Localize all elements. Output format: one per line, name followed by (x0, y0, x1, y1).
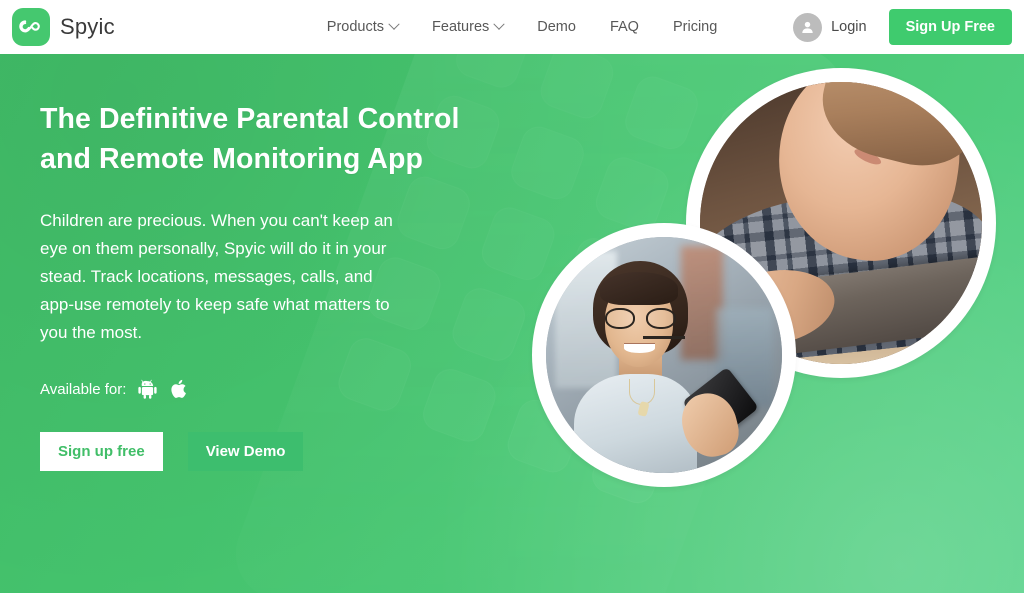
available-platforms: Available for: (40, 379, 510, 399)
landing-page: Spyic Products Features Demo FAQ Pricing (0, 0, 1024, 593)
hero-section: The Definitive Parental Control and Remo… (0, 54, 1024, 593)
nav-item-features[interactable]: Features (415, 18, 520, 35)
available-label: Available for: (40, 380, 127, 398)
apple-icon (170, 379, 187, 399)
site-header: Spyic Products Features Demo FAQ Pricing (0, 0, 1024, 54)
brand-name: Spyic (60, 14, 115, 39)
chevron-down-icon (388, 18, 400, 30)
nav-item-demo[interactable]: Demo (520, 19, 593, 35)
login-label: Login (831, 19, 867, 35)
signup-free-cta-button[interactable]: Sign up free (40, 432, 163, 471)
main-nav: Products Features Demo FAQ Pricing (310, 18, 735, 35)
hero-imagery (524, 54, 1024, 593)
signup-free-button[interactable]: Sign Up Free (888, 9, 1012, 45)
chevron-down-icon (493, 18, 505, 30)
hero-subcopy: Children are precious. When you can't ke… (40, 211, 393, 342)
login-link[interactable]: Login (793, 12, 867, 42)
nav-item-products[interactable]: Products (310, 18, 415, 35)
photo-woman-with-phone (532, 223, 796, 487)
brand-logo-link[interactable]: Spyic (12, 8, 115, 46)
nav-label-products: Products (326, 19, 385, 35)
view-demo-button[interactable]: View Demo (187, 432, 304, 471)
nav-item-faq[interactable]: FAQ (593, 19, 656, 35)
nav-item-pricing[interactable]: Pricing (656, 19, 734, 35)
hero-cta-row: Sign up free View Demo (40, 432, 510, 471)
header-actions: Login Sign Up Free (793, 9, 1012, 45)
hero-headline: The Definitive Parental Control and Remo… (40, 103, 460, 175)
nav-label-features: Features (432, 19, 490, 35)
nav-label-faq: FAQ (609, 19, 639, 35)
infinity-icon (12, 8, 50, 46)
nav-label-demo: Demo (537, 19, 576, 35)
nav-label-pricing: Pricing (672, 19, 718, 35)
user-avatar-icon (793, 12, 823, 42)
android-icon (138, 379, 158, 399)
hero-copy: The Definitive Parental Control and Remo… (40, 99, 510, 471)
